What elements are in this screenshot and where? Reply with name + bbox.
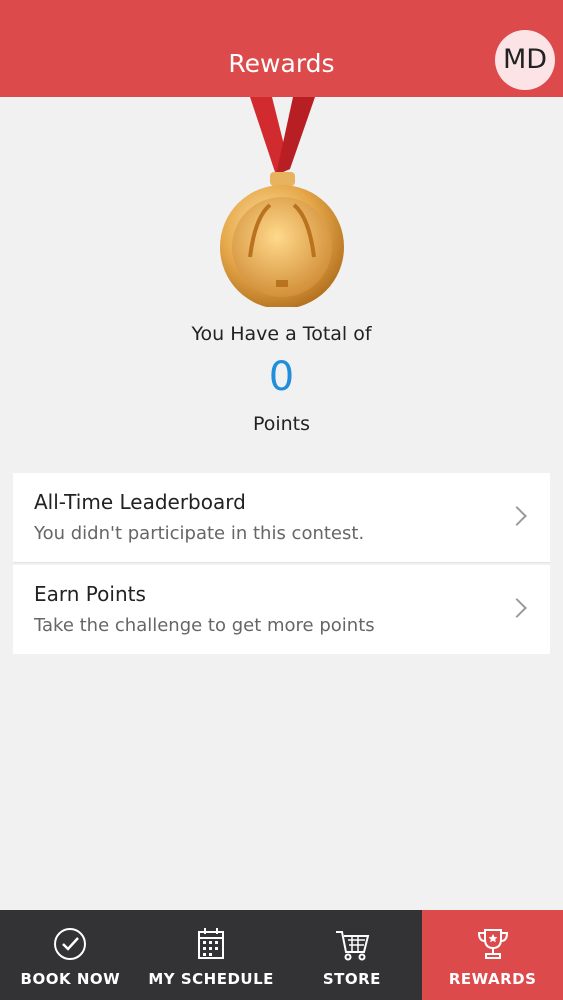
cart-icon: [335, 931, 370, 961]
chevron-right-icon: [507, 506, 527, 526]
earn-points-card[interactable]: Earn Points Take the challenge to get mo…: [13, 565, 550, 654]
tab-label: STORE: [322, 970, 381, 988]
tab-label: REWARDS: [448, 970, 537, 988]
points-value: 0: [268, 354, 295, 400]
page-title: Rewards: [228, 49, 335, 78]
card-title: Earn Points: [34, 582, 146, 606]
tab-store[interactable]: STORE: [282, 910, 423, 1000]
header-bar: Rewards MD: [0, 0, 563, 97]
tab-book-now[interactable]: BOOK NOW: [0, 910, 141, 1000]
calendar-icon: [198, 928, 225, 959]
points-label: Points: [252, 413, 311, 435]
tab-rewards[interactable]: REWARDS: [422, 910, 563, 1000]
gold-medal-icon: [220, 97, 344, 307]
card-subtitle: You didn't participate in this contest.: [34, 523, 365, 544]
trophy-icon: [477, 929, 508, 959]
avatar[interactable]: MD: [495, 30, 555, 90]
card-subtitle: Take the challenge to get more points: [34, 615, 375, 636]
chevron-right-icon: [507, 598, 527, 618]
tab-my-schedule[interactable]: MY SCHEDULE: [141, 910, 282, 1000]
check-circle-icon: [54, 928, 87, 960]
total-label: You Have a Total of: [191, 323, 372, 345]
leaderboard-card[interactable]: All-Time Leaderboard You didn't particip…: [13, 473, 550, 563]
bottom-tab-bar: BOOK NOW MY SCHEDULE STORE REWARDS: [0, 910, 563, 1000]
tab-label: MY SCHEDULE: [148, 970, 274, 988]
tab-label: BOOK NOW: [20, 970, 121, 988]
card-title: All-Time Leaderboard: [34, 490, 246, 514]
